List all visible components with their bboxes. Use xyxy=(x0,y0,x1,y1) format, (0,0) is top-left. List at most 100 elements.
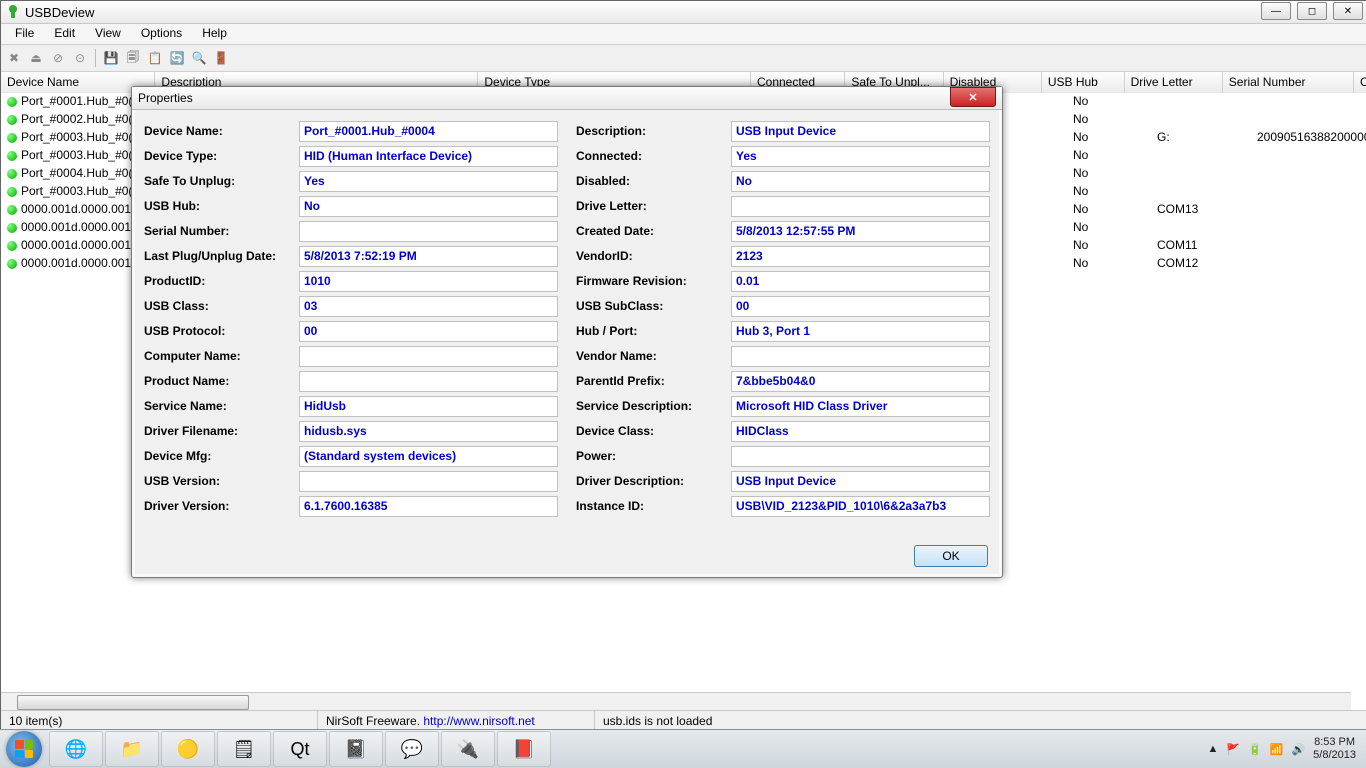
field-value[interactable] xyxy=(299,346,558,367)
taskbar-adobe[interactable]: 📕 xyxy=(497,731,551,767)
field-value[interactable]: USB Input Device xyxy=(731,471,990,492)
taskbar-notepad[interactable]: 📓 xyxy=(329,731,383,767)
taskbar: 🌐 📁 🟡 🗒 Qt 📓 💬 🔌 📕 ▲ 🚩 🔋 📶 🔊 8:53 PM 5/8… xyxy=(0,729,1366,768)
enable-icon[interactable]: ⊙ xyxy=(71,49,89,67)
copy-icon[interactable]: 📋 xyxy=(146,49,164,67)
field-value[interactable]: HidUsb xyxy=(299,396,558,417)
separator xyxy=(95,49,96,67)
taskbar-chrome[interactable]: 🟡 xyxy=(161,731,215,767)
status-dot-icon xyxy=(7,205,17,215)
field-label: Device Class: xyxy=(576,424,731,438)
exit-icon[interactable]: 🚪 xyxy=(212,49,230,67)
field-value[interactable]: 5/8/2013 7:52:19 PM xyxy=(299,246,558,267)
refresh-icon[interactable]: 🔄 xyxy=(168,49,186,67)
disconnect-icon[interactable]: ✖ xyxy=(5,49,23,67)
field-value[interactable]: (Standard system devices) xyxy=(299,446,558,467)
field-value[interactable]: 5/8/2013 12:57:55 PM xyxy=(731,221,990,242)
field-value[interactable]: HID (Human Interface Device) xyxy=(299,146,558,167)
col-usb-hub[interactable]: USB Hub xyxy=(1042,72,1125,94)
property-field: Last Plug/Unplug Date:5/8/2013 7:52:19 P… xyxy=(144,245,558,267)
col-serial[interactable]: Serial Number xyxy=(1223,72,1354,94)
property-field: USB Hub:No xyxy=(144,195,558,217)
field-value[interactable]: Microsoft HID Class Driver xyxy=(731,396,990,417)
field-value[interactable]: USB Input Device xyxy=(731,121,990,142)
field-value[interactable]: No xyxy=(299,196,558,217)
field-value[interactable]: 00 xyxy=(299,321,558,342)
titlebar: USBDeview — ◻ ✕ xyxy=(1,1,1366,24)
minimize-button[interactable]: — xyxy=(1261,2,1291,20)
menu-help[interactable]: Help xyxy=(192,24,237,44)
field-value[interactable]: Port_#0001.Hub_#0004 xyxy=(299,121,558,142)
tray-action-center-icon[interactable]: 🚩 xyxy=(1226,743,1240,756)
disable-icon[interactable]: ⊘ xyxy=(49,49,67,67)
field-value[interactable]: HIDClass xyxy=(731,421,990,442)
menu-edit[interactable]: Edit xyxy=(44,24,85,44)
field-value[interactable] xyxy=(731,196,990,217)
horizontal-scrollbar[interactable] xyxy=(1,692,1351,711)
tray-network-icon[interactable]: 📶 xyxy=(1270,743,1284,756)
property-field: Device Mfg:(Standard system devices) xyxy=(144,445,558,467)
scrollbar-thumb[interactable] xyxy=(17,695,249,710)
options-icon[interactable]: 🔍 xyxy=(190,49,208,67)
app-icon xyxy=(5,4,21,20)
field-value[interactable]: 1010 xyxy=(299,271,558,292)
field-label: Description: xyxy=(576,124,731,138)
field-value[interactable]: No xyxy=(731,171,990,192)
properties-icon[interactable]: 🗐 xyxy=(124,49,142,67)
menu-options[interactable]: Options xyxy=(131,24,192,44)
col-created[interactable]: Created Da xyxy=(1354,72,1366,94)
tray-clock[interactable]: 8:53 PM 5/8/2013 xyxy=(1313,736,1356,762)
field-value[interactable]: 03 xyxy=(299,296,558,317)
field-label: Power: xyxy=(576,449,731,463)
nirsoft-link[interactable]: http://www.nirsoft.net xyxy=(423,714,534,728)
property-field: Power: xyxy=(576,445,990,467)
field-value[interactable]: Yes xyxy=(299,171,558,192)
close-button[interactable]: ✕ xyxy=(1333,2,1363,20)
field-value[interactable]: hidusb.sys xyxy=(299,421,558,442)
taskbar-notes[interactable]: 🗒 xyxy=(217,731,271,767)
field-label: USB SubClass: xyxy=(576,299,731,313)
field-value[interactable] xyxy=(299,471,558,492)
taskbar-explorer[interactable]: 📁 xyxy=(105,731,159,767)
field-label: VendorID: xyxy=(576,249,731,263)
field-value[interactable] xyxy=(731,346,990,367)
col-drive-letter[interactable]: Drive Letter xyxy=(1125,72,1223,94)
menu-view[interactable]: View xyxy=(85,24,131,44)
taskbar-qt[interactable]: Qt xyxy=(273,731,327,767)
property-field: Safe To Unplug:Yes xyxy=(144,170,558,192)
field-value[interactable]: 6.1.7600.16385 xyxy=(299,496,558,517)
property-field: USB SubClass:00 xyxy=(576,295,990,317)
property-field: Device Name:Port_#0001.Hub_#0004 xyxy=(144,120,558,142)
field-value[interactable]: 2123 xyxy=(731,246,990,267)
menu-file[interactable]: File xyxy=(5,24,44,44)
maximize-button[interactable]: ◻ xyxy=(1297,2,1327,20)
system-tray[interactable]: ▲ 🚩 🔋 📶 🔊 8:53 PM 5/8/2013 xyxy=(1197,736,1366,762)
property-field: USB Protocol:00 xyxy=(144,320,558,342)
tray-volume-icon[interactable]: 🔊 xyxy=(1291,743,1305,756)
field-value[interactable]: 00 xyxy=(731,296,990,317)
field-value[interactable] xyxy=(299,221,558,242)
field-value[interactable]: USB\VID_2123&PID_1010\6&2a3a7b3 xyxy=(731,496,990,517)
save-icon[interactable]: 💾 xyxy=(102,49,120,67)
taskbar-yahoo[interactable]: 💬 xyxy=(385,731,439,767)
field-label: Product Name: xyxy=(144,374,299,388)
dialog-close-button[interactable]: ✕ xyxy=(950,87,996,107)
taskbar-ie[interactable]: 🌐 xyxy=(49,731,103,767)
field-label: Hub / Port: xyxy=(576,324,731,338)
field-value[interactable] xyxy=(299,371,558,392)
field-value[interactable]: 7&bbe5b04&0 xyxy=(731,371,990,392)
taskbar-usbdeview[interactable]: 🔌 xyxy=(441,731,495,767)
field-value[interactable]: 0.01 xyxy=(731,271,990,292)
eject-icon[interactable]: ⏏ xyxy=(27,49,45,67)
field-label: Driver Filename: xyxy=(144,424,299,438)
field-value[interactable]: Yes xyxy=(731,146,990,167)
tray-flag-icon[interactable]: ▲ xyxy=(1207,743,1218,755)
field-value[interactable] xyxy=(731,446,990,467)
field-label: ProductID: xyxy=(144,274,299,288)
tray-battery-icon[interactable]: 🔋 xyxy=(1248,743,1262,756)
field-label: Last Plug/Unplug Date: xyxy=(144,249,299,263)
field-value[interactable]: Hub 3, Port 1 xyxy=(731,321,990,342)
field-label: USB Class: xyxy=(144,299,299,313)
start-button[interactable] xyxy=(6,731,42,767)
ok-button[interactable]: OK xyxy=(914,545,988,567)
